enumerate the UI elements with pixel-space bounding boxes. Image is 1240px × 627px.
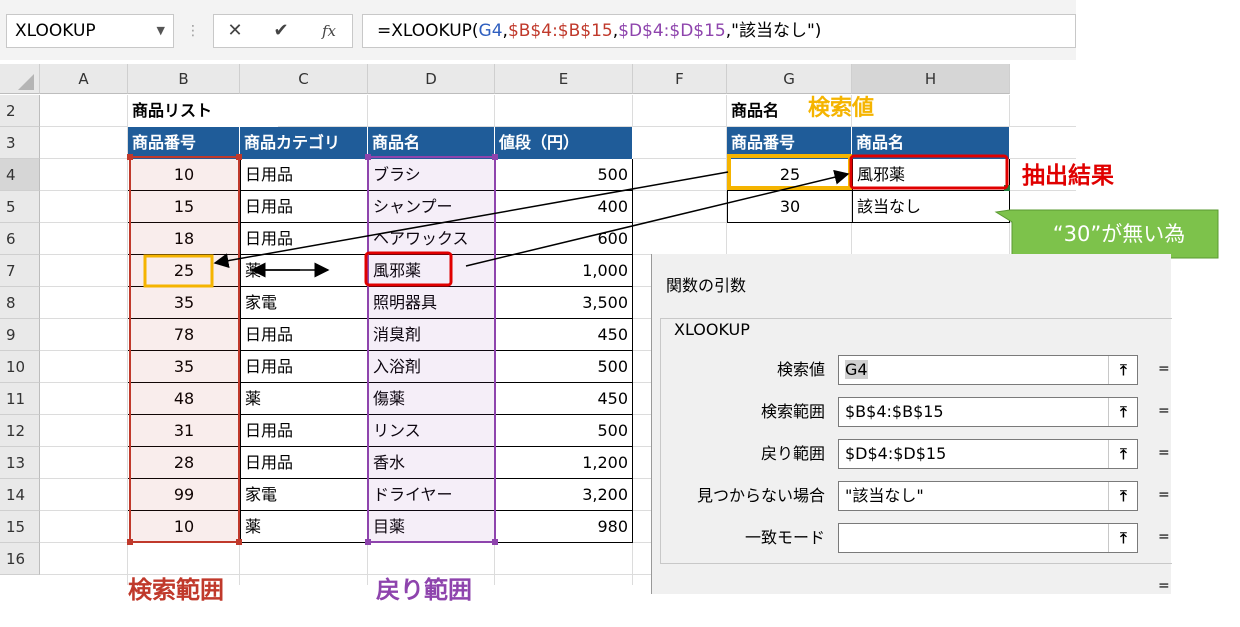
equals-sign: = <box>1158 445 1170 461</box>
arg-input[interactable]: $D$4:$D$15 <box>838 439 1138 469</box>
search-value-highlight <box>727 154 852 190</box>
equals-sign: = <box>1158 361 1170 377</box>
arg-input[interactable]: G4 <box>838 355 1138 385</box>
arrow-to-result <box>465 169 850 267</box>
arg-label: 検索値 <box>776 360 825 379</box>
collapse-dialog-icon[interactable]: ⤒ <box>1108 524 1138 552</box>
arg-input[interactable]: "該当なし" <box>838 481 1138 511</box>
arg-label: 一致モード <box>744 528 825 547</box>
collapse-dialog-icon[interactable]: ⤒ <box>1108 356 1138 384</box>
search-range-box <box>129 156 240 543</box>
arg-input[interactable]: $B$4:$B$15 <box>838 397 1138 427</box>
collapse-dialog-icon[interactable]: ⤒ <box>1108 482 1138 510</box>
search-range-caption: 検索範囲 <box>128 576 224 604</box>
arg-label: 戻り範囲 <box>760 444 825 463</box>
equals-sign: = <box>1158 578 1170 594</box>
search-value-caption: 検索値 <box>808 96 875 121</box>
dialog-title: 関数の引数 <box>666 276 747 295</box>
return-range-box <box>367 156 496 543</box>
collapse-dialog-icon[interactable]: ⤒ <box>1108 398 1138 426</box>
equals-sign: = <box>1158 529 1170 545</box>
return-range-caption: 戻り範囲 <box>376 576 472 604</box>
equals-sign: = <box>1158 487 1170 503</box>
function-name: XLOOKUP <box>670 320 754 339</box>
note-text: “30”が無い為 <box>1052 222 1186 246</box>
result-caption: 抽出結果 <box>1022 163 1114 189</box>
equals-sign: = <box>1158 403 1170 419</box>
arg-label: 見つからない場合 <box>696 486 825 505</box>
arg-label: 検索範囲 <box>760 402 825 421</box>
arg-input[interactable] <box>838 523 1138 553</box>
result-highlight <box>849 154 1009 190</box>
collapse-dialog-icon[interactable]: ⤒ <box>1108 440 1138 468</box>
